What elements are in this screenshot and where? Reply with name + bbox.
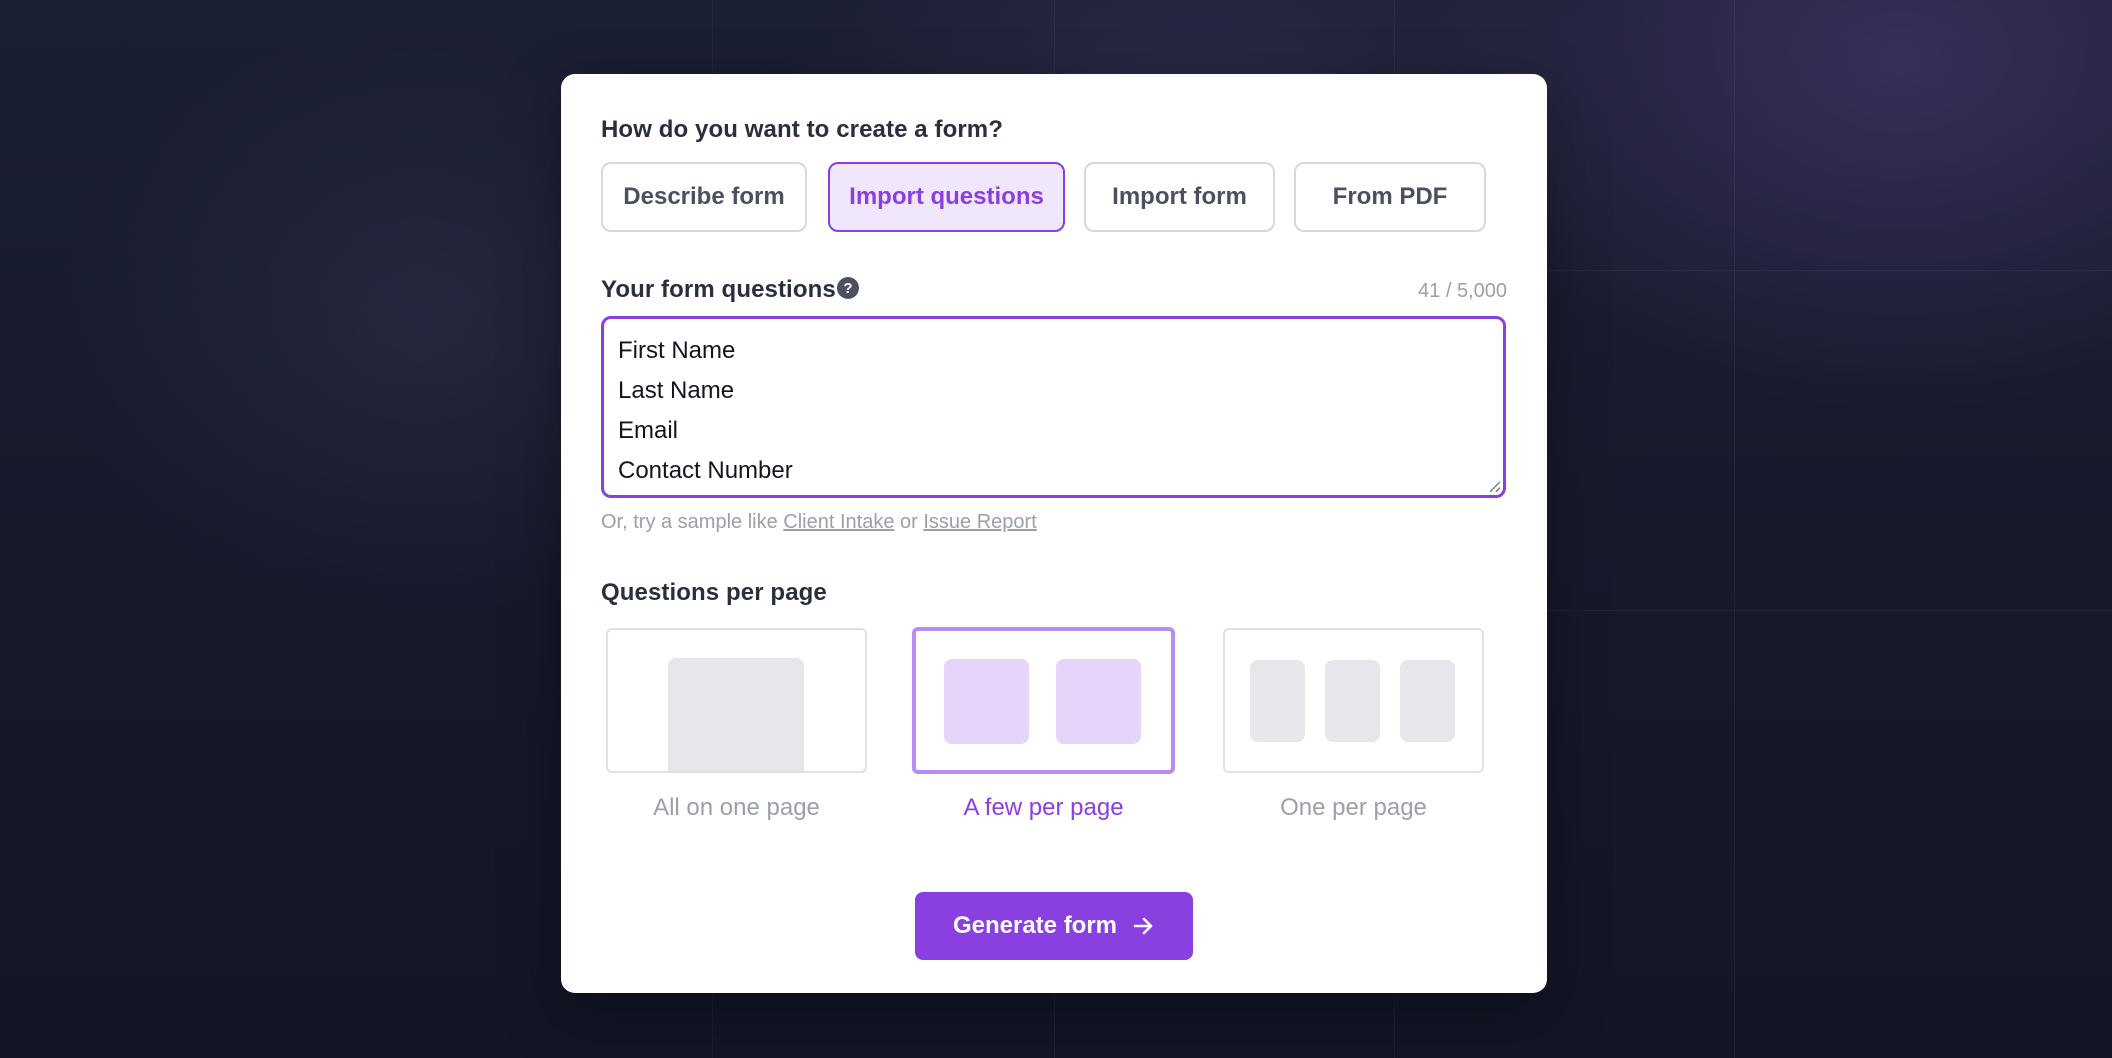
- page-block: [668, 658, 804, 771]
- question-line: Email: [618, 417, 679, 444]
- question-circle-icon[interactable]: ?: [837, 277, 859, 299]
- sample-joiner: or: [900, 511, 918, 533]
- form-questions-heading: Your form questions: [601, 276, 836, 303]
- describe-form-label: Describe form: [623, 183, 785, 210]
- all-on-one-page-option[interactable]: [606, 628, 867, 773]
- import-form-label: Import form: [1112, 183, 1247, 210]
- client-intake-link[interactable]: Client Intake: [783, 511, 894, 533]
- grid-line: [1734, 0, 1735, 1058]
- all-on-one-page-label[interactable]: All on one page: [606, 794, 867, 822]
- character-counter: 41 / 5,000: [1418, 280, 1507, 302]
- a-few-per-page-label[interactable]: A few per page: [912, 794, 1175, 822]
- page-block: [1250, 660, 1305, 742]
- form-questions-textarea[interactable]: First Name Last Name Email Contact Numbe…: [601, 316, 1506, 498]
- page-block: [1400, 660, 1455, 742]
- page-block: [944, 659, 1029, 744]
- issue-report-link[interactable]: Issue Report: [923, 511, 1036, 533]
- page-block: [1325, 660, 1380, 742]
- a-few-per-page-option[interactable]: [912, 627, 1175, 774]
- question-line: First Name: [618, 337, 736, 364]
- import-form-button[interactable]: Import form: [1084, 162, 1275, 232]
- generate-form-button[interactable]: Generate form: [915, 892, 1193, 960]
- page-block: [1056, 659, 1141, 744]
- sample-prefix: Or, try a sample like: [601, 511, 778, 533]
- describe-form-button[interactable]: Describe form: [601, 162, 807, 232]
- sample-suggestion: Or, try a sample like Client Intake or I…: [601, 511, 1037, 534]
- import-questions-label: Import questions: [849, 183, 1044, 210]
- generate-form-label: Generate form: [952, 912, 1118, 939]
- import-questions-button[interactable]: Import questions: [828, 162, 1065, 232]
- one-per-page-label[interactable]: One per page: [1223, 794, 1484, 822]
- resize-grip-icon[interactable]: [1490, 482, 1500, 492]
- one-per-page-option[interactable]: [1223, 628, 1484, 773]
- questions-per-page-heading: Questions per page: [601, 579, 827, 606]
- from-pdf-label: From PDF: [1332, 183, 1448, 210]
- question-line: Last Name: [618, 377, 735, 404]
- question-line: Contact Number: [618, 457, 793, 484]
- create-method-heading: How do you want to create a form?: [601, 116, 1004, 143]
- from-pdf-button[interactable]: From PDF: [1294, 162, 1486, 232]
- create-form-dialog: How do you want to create a form? Descri…: [561, 74, 1547, 993]
- arrow-right-icon: [1133, 917, 1153, 935]
